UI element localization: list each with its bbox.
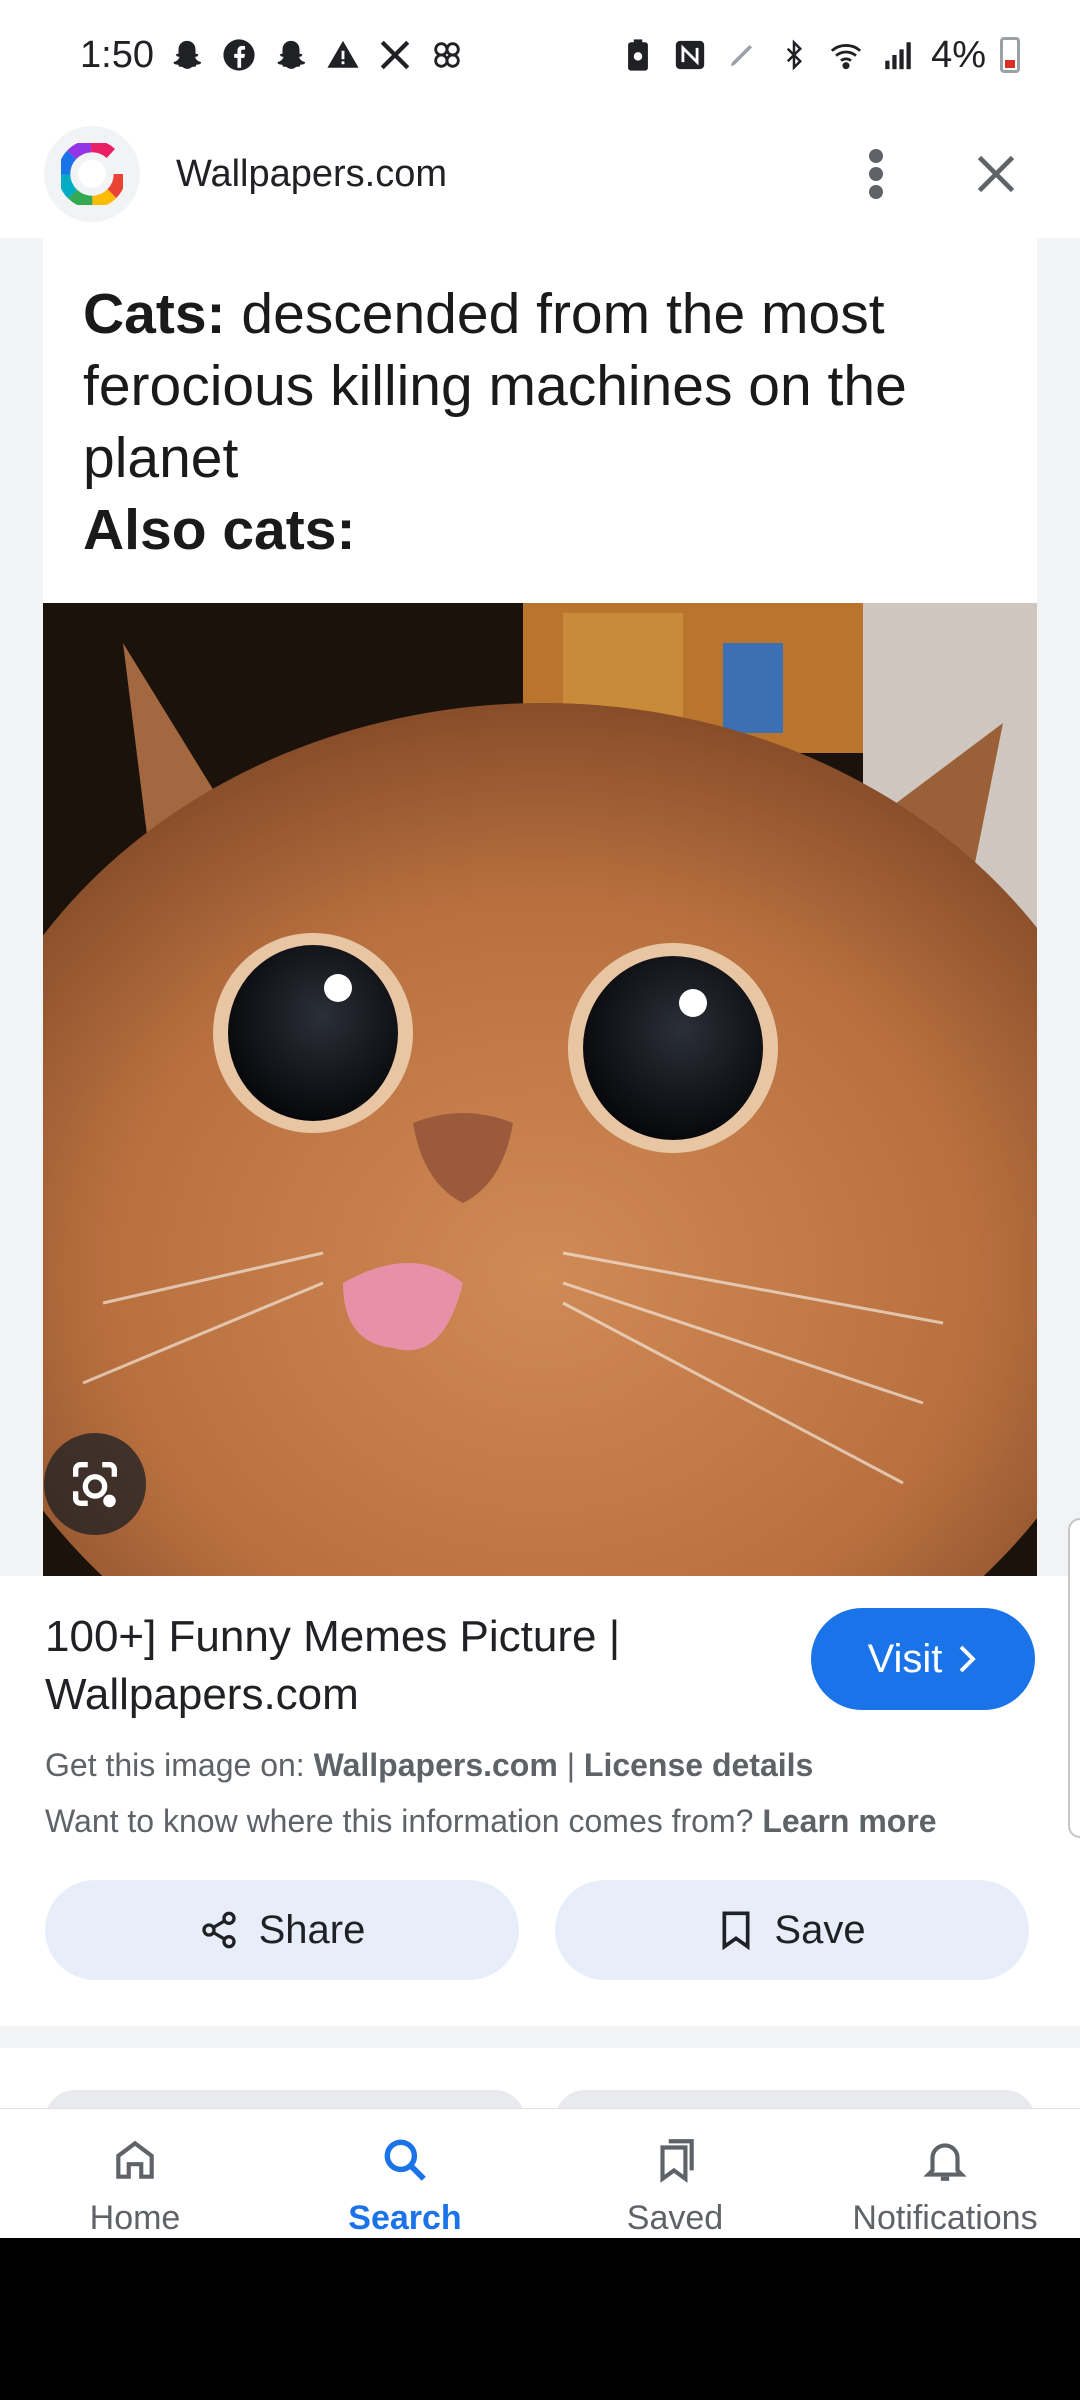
meme-caption: Cats: descended from the most ferocious … bbox=[43, 238, 1037, 603]
image-source-line: Get this image on: Wallpapers.com | Lice… bbox=[45, 1742, 1035, 1788]
home-icon bbox=[116, 2140, 154, 2179]
nav-notifications-label: Notifications bbox=[852, 2199, 1038, 2237]
facebook-icon bbox=[220, 36, 258, 74]
section-divider bbox=[0, 2026, 1080, 2048]
separator: | bbox=[557, 1747, 584, 1783]
gutter-left bbox=[0, 238, 43, 1576]
meme-caption-bold-1: Cats: bbox=[83, 282, 226, 346]
license-details-link[interactable]: License details bbox=[584, 1747, 813, 1783]
nav-search[interactable]: Search bbox=[270, 2109, 540, 2238]
nav-home-label: Home bbox=[89, 2199, 181, 2237]
source-site-link[interactable]: Wallpapers.com bbox=[314, 1747, 558, 1783]
snapchat-icon bbox=[168, 36, 206, 74]
app-bar: Wallpapers.com bbox=[0, 110, 1080, 238]
color-wheel-icon bbox=[61, 143, 123, 205]
meme-caption-bold-2: Also cats: bbox=[83, 498, 356, 562]
next-results-peek bbox=[0, 2090, 1080, 2130]
visit-label: Visit bbox=[867, 1636, 943, 1681]
meme-image[interactable]: Cats: descended from the most ferocious … bbox=[43, 238, 1037, 1576]
nav-saved[interactable]: Saved bbox=[540, 2109, 810, 2238]
warning-icon bbox=[324, 36, 362, 74]
battery-percent: 4% bbox=[931, 33, 986, 76]
share-button[interactable]: Share bbox=[45, 1880, 519, 1980]
status-bar: 1:50 4% bbox=[0, 0, 1080, 110]
nav-saved-label: Saved bbox=[626, 2199, 724, 2237]
system-nav-area bbox=[0, 2238, 1080, 2400]
share-icon bbox=[201, 1911, 236, 1949]
share-label: Share bbox=[258, 1907, 366, 1952]
visit-button[interactable]: Visit bbox=[811, 1608, 1035, 1710]
nfc-icon bbox=[671, 36, 709, 74]
bottom-nav: Home Search Saved Notifications bbox=[0, 2108, 1080, 2238]
pinwheel-icon bbox=[428, 36, 466, 74]
bookmark-icon bbox=[722, 1911, 750, 1950]
more-vert-icon[interactable] bbox=[836, 134, 916, 214]
nav-search-label: Search bbox=[348, 2199, 462, 2237]
battery-icon bbox=[1000, 37, 1020, 73]
learn-more-link[interactable]: Learn more bbox=[762, 1803, 936, 1839]
info-question: Want to know where this information come… bbox=[45, 1803, 763, 1839]
tools-icon bbox=[376, 36, 414, 74]
nav-home[interactable]: Home bbox=[0, 2109, 270, 2238]
snapchat-icon bbox=[272, 36, 310, 74]
site-title[interactable]: Wallpapers.com bbox=[176, 153, 796, 196]
search-icon bbox=[384, 2139, 426, 2181]
get-image-prefix: Get this image on: bbox=[45, 1747, 314, 1783]
info-source-line: Want to know where this information come… bbox=[45, 1798, 1035, 1844]
status-right: 4% bbox=[619, 34, 1020, 77]
saved-icon bbox=[660, 2139, 694, 2183]
lens-icon bbox=[73, 1462, 117, 1508]
status-time: 1:50 bbox=[80, 33, 154, 76]
result-title[interactable]: 100+] Funny Memes Picture | Wallpapers.c… bbox=[45, 1608, 745, 1724]
side-panel-handle[interactable] bbox=[1068, 1518, 1080, 1838]
result-info: 100+] Funny Memes Picture | Wallpapers.c… bbox=[45, 1608, 1035, 1844]
bluetooth-icon bbox=[775, 36, 813, 74]
status-left: 1:50 bbox=[80, 34, 466, 77]
chevron-right-icon bbox=[960, 1645, 977, 1673]
battery-saver-icon bbox=[619, 36, 657, 74]
save-label: Save bbox=[774, 1907, 866, 1952]
save-button[interactable]: Save bbox=[555, 1880, 1029, 1980]
gutter-right bbox=[1037, 238, 1080, 1576]
cat-photo bbox=[43, 603, 1037, 1576]
action-row: Share Save bbox=[45, 1880, 1029, 1980]
nav-notifications[interactable]: Notifications bbox=[810, 2109, 1080, 2238]
cat-illustration bbox=[43, 603, 1037, 1576]
signal-icon bbox=[879, 36, 917, 74]
pen-icon bbox=[723, 36, 761, 74]
site-favicon bbox=[44, 126, 140, 222]
google-lens-button[interactable] bbox=[44, 1433, 146, 1535]
close-icon[interactable] bbox=[956, 134, 1036, 214]
bell-icon bbox=[923, 2143, 967, 2181]
wifi-icon bbox=[827, 36, 865, 74]
